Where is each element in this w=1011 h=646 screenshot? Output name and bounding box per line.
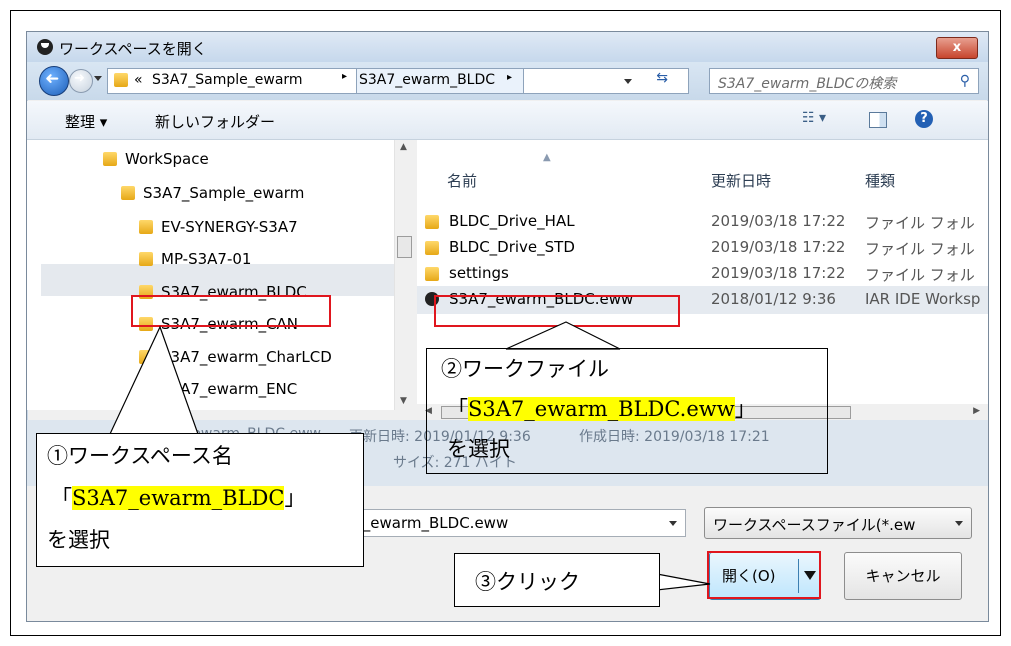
callout-1-line3: を選択 <box>47 528 110 552</box>
callout-click: ③クリック <box>454 553 660 607</box>
bracket-close: 」 <box>734 397 756 421</box>
callout-2-line2: 「S3A7_ewarm_BLDC.eww」 <box>447 393 756 423</box>
callout-2-line1: ②ワークファイル <box>441 357 609 381</box>
callout-2-highlight: S3A7_ewarm_BLDC.eww <box>468 397 735 421</box>
bracket-open: 「 <box>51 486 72 510</box>
callout-3-pointer <box>656 573 711 591</box>
callout-1-line1: ①ワークスペース名 <box>47 444 233 468</box>
callout-2-pointer <box>505 321 621 350</box>
callout-3-label: ③クリック <box>475 570 580 594</box>
callout-workfile: ②ワークファイル 「S3A7_ewarm_BLDC.eww」 を選択 <box>426 348 828 474</box>
callout-1-line2: 「S3A7_ewarm_BLDC」 <box>51 482 305 512</box>
callout-1-highlight: S3A7_ewarm_BLDC <box>72 486 285 510</box>
callout-1-pointer <box>109 325 199 435</box>
callout-2-line3: を選択 <box>447 437 510 461</box>
bracket-close: 」 <box>284 486 306 510</box>
callout-workspace-name: ①ワークスペース名 「S3A7_ewarm_BLDC」 を選択 <box>36 433 364 567</box>
bracket-open: 「 <box>447 397 468 421</box>
